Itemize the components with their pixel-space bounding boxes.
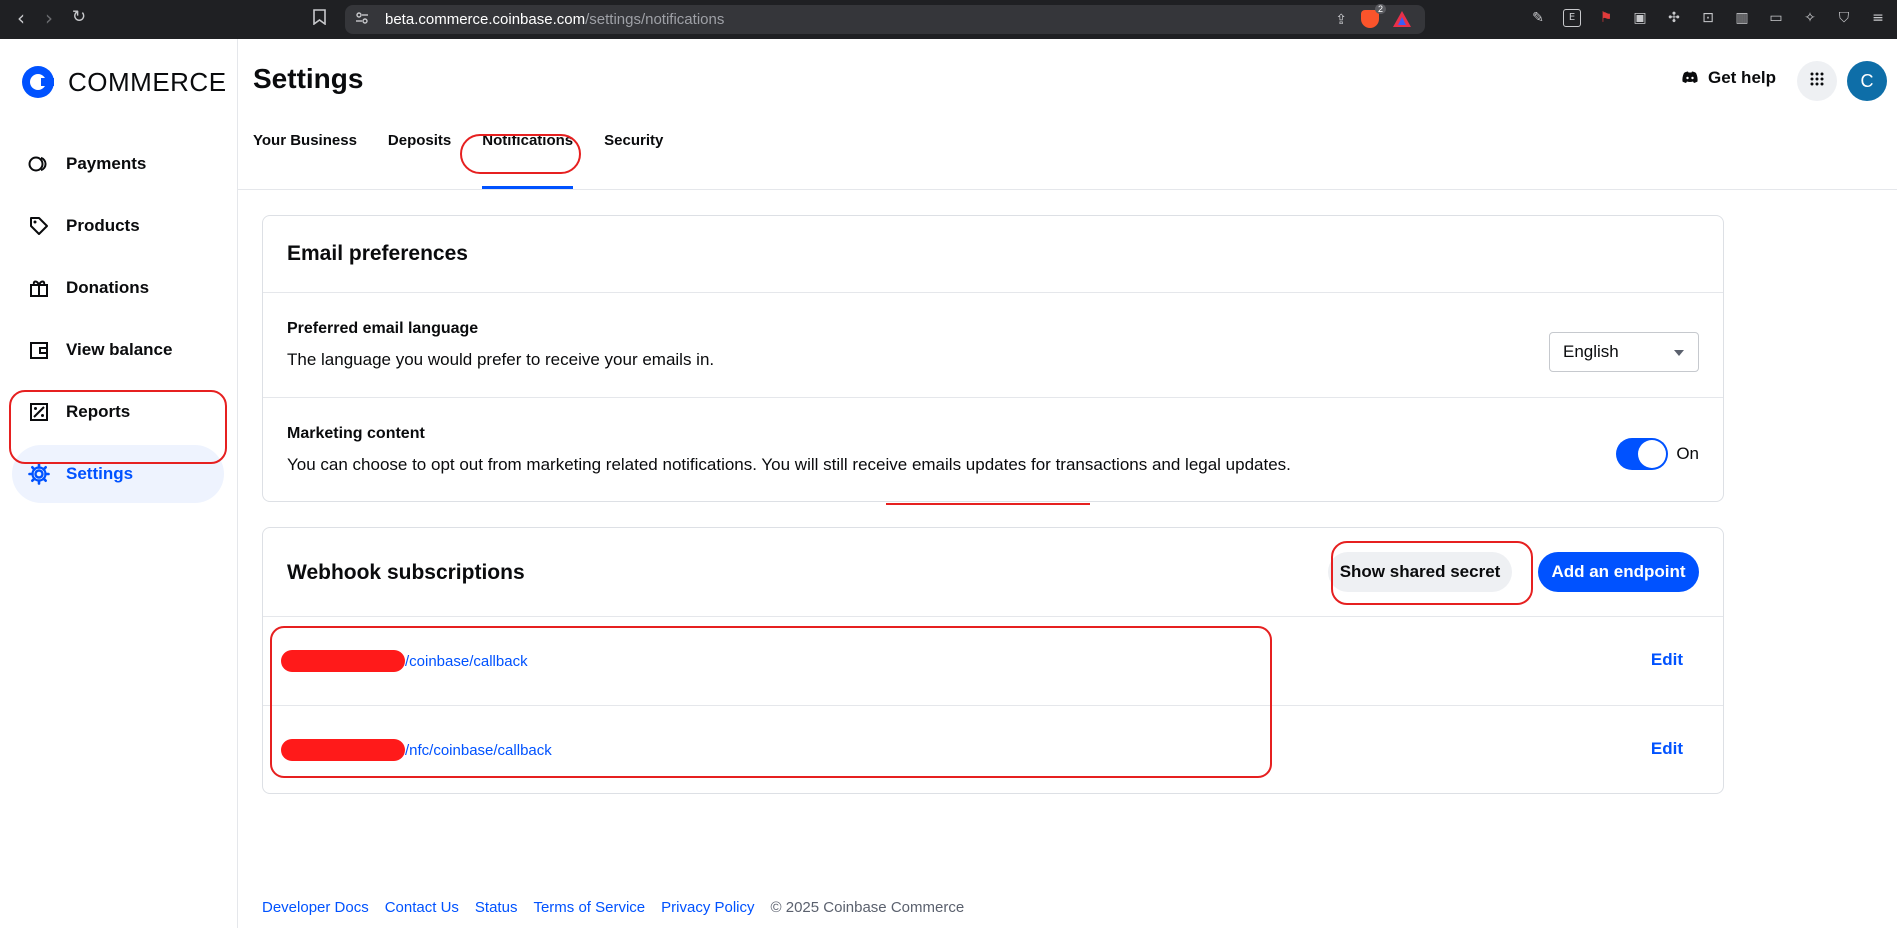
language-select[interactable]: English [1549,332,1699,372]
tab-your-business[interactable]: Your Business [253,132,357,189]
annotation-highlight-endpoints [270,626,1272,778]
annotation-highlight-settings [9,390,227,464]
sidebar-item-label: Payments [66,154,147,173]
footer-link-privacy[interactable]: Privacy Policy [661,899,754,916]
reload-icon[interactable]: ↻ [66,7,92,27]
wallet-icon [28,339,50,361]
divider [263,292,1723,293]
edit-endpoint-button[interactable]: Edit [1651,739,1683,759]
sidebar-item-label: Donations [66,278,150,297]
share-icon[interactable]: ⇪ [1335,11,1347,28]
menu-icon[interactable]: ≡ [1869,9,1887,27]
annotation-highlight-notifications-tab [460,134,581,174]
eyedropper-icon[interactable]: ✎ [1529,9,1547,27]
extension-image-icon[interactable]: ▣ [1631,9,1649,27]
apps-grid-button[interactable] [1797,61,1837,101]
brave-rewards-icon[interactable] [1393,11,1411,27]
sidebar-item-products[interactable]: Products [12,197,224,255]
marketing-toggle[interactable] [1616,438,1668,470]
brand-logo[interactable]: COMMERCE [22,66,227,98]
edit-endpoint-button[interactable]: Edit [1651,650,1683,670]
email-preferences-title: Email preferences [287,242,468,265]
sidebar-icon[interactable]: ▥ [1733,9,1751,27]
divider [263,397,1723,398]
marketing-title: Marketing content [287,425,425,442]
tabs-divider [238,189,1897,190]
language-description: The language you would prefer to receive… [287,350,715,369]
footer-link-contact-us[interactable]: Contact Us [385,899,459,916]
screenshot-icon[interactable]: ⊡ [1699,9,1717,27]
payments-icon [28,153,50,175]
sidebar-item-view-balance[interactable]: View balance [12,321,224,379]
brave-shields-icon[interactable]: 2 [1361,4,1386,28]
tab-security[interactable]: Security [604,132,663,189]
get-help-button[interactable]: Get help [1682,68,1776,88]
footer-link-terms[interactable]: Terms of Service [533,899,645,916]
language-selected-value: English [1563,342,1619,361]
page-title: Settings [253,63,364,94]
bookmark-icon[interactable] [313,9,326,29]
address-bar[interactable]: beta.commerce.coinbase.com/settings/noti… [313,4,1425,34]
wallet-icon[interactable]: ▭ [1767,9,1785,27]
toggle-knob [1638,440,1666,468]
url-path: /settings/notifications [585,11,725,28]
language-title: Preferred email language [287,320,479,337]
grid-icon [1810,72,1824,91]
webhook-title: Webhook subscriptions [287,561,525,584]
get-help-label: Get help [1708,68,1777,87]
extension-flag-icon[interactable]: ⚑ [1597,9,1615,27]
extension-e-icon[interactable]: E [1563,9,1581,27]
divider [263,616,1723,617]
marketing-toggle-label: On [1676,444,1699,463]
footer-link-developer-docs[interactable]: Developer Docs [262,899,369,916]
chevron-down-icon [1674,350,1684,356]
footer-link-status[interactable]: Status [475,899,518,916]
sidebar-item-payments[interactable]: Payments [12,135,224,193]
sidebar-item-label: Settings [66,464,134,483]
sidebar: COMMERCE Payments Products Donations Vie… [0,39,238,928]
brand-name: COMMERCE [68,66,227,97]
gear-icon [28,463,50,485]
email-preferences-card: Email preferences Preferred email langua… [262,215,1724,502]
vpn-shield-icon[interactable]: ⛉ [1835,9,1853,27]
discord-icon [1682,68,1698,88]
avatar[interactable]: C [1847,61,1887,101]
add-endpoint-button[interactable]: Add an endpoint [1538,552,1699,592]
annotation-underline [886,503,1090,505]
shields-count-badge: 2 [1374,4,1386,14]
sidebar-item-label: Products [66,216,140,235]
sidebar-item-donations[interactable]: Donations [12,259,224,317]
extensions-puzzle-icon[interactable]: ✣ [1665,9,1683,27]
forward-icon[interactable]: › [36,6,62,30]
ai-sparkle-icon[interactable]: ✧ [1801,9,1819,27]
back-icon[interactable]: ‹ [8,6,34,30]
coinbase-logo-icon [22,66,54,98]
tag-icon [28,215,50,237]
browser-toolbar: ‹ › ↻ beta.commerce.coinbase.com/setting… [0,0,1897,39]
gift-icon [28,277,50,299]
annotation-highlight-shared-secret [1331,541,1533,605]
sidebar-item-label: View balance [66,340,173,359]
footer: Developer Docs Contact Us Status Terms o… [262,899,964,916]
tab-deposits[interactable]: Deposits [388,132,451,189]
url-host: beta.commerce.coinbase.com [385,11,586,28]
copyright: © 2025 Coinbase Commerce [770,899,965,916]
marketing-description: You can choose to opt out from marketing… [287,455,1291,474]
site-settings-icon[interactable] [355,12,373,27]
